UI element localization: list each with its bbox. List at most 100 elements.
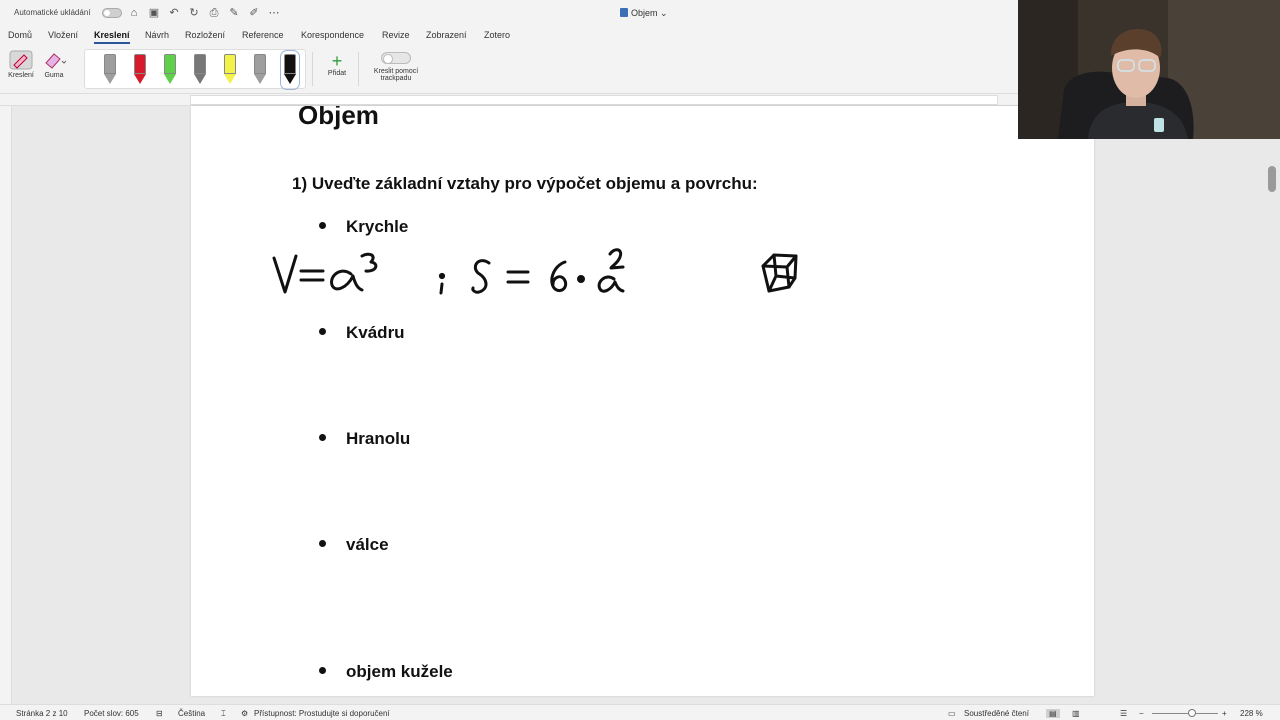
autosave-label: Automatické ukládání bbox=[14, 8, 91, 17]
bullet-item: objem kužele bbox=[319, 662, 453, 682]
pen-tip bbox=[104, 74, 116, 84]
redo-icon[interactable]: ↻ bbox=[188, 6, 200, 20]
tab-reference[interactable]: Reference bbox=[242, 30, 284, 40]
home-icon[interactable]: ⌂ bbox=[128, 6, 140, 20]
tab-domu[interactable]: Domů bbox=[8, 30, 32, 40]
ink-stroke bbox=[506, 270, 530, 284]
more-icon[interactable]: ⋯ bbox=[268, 6, 280, 20]
draw-label: Kreslení bbox=[8, 72, 34, 79]
ink-stroke bbox=[597, 275, 625, 293]
ink-stroke bbox=[608, 248, 625, 270]
undo-icon[interactable]: ↶ bbox=[168, 6, 180, 20]
focus-mode[interactable]: Soustředěné čtení bbox=[964, 709, 1029, 718]
tab-revize[interactable]: Revize bbox=[382, 30, 410, 40]
document-title[interactable]: Objem ⌄ bbox=[620, 8, 668, 19]
zoom-slider-thumb[interactable] bbox=[1188, 709, 1196, 717]
eraser-icon bbox=[45, 53, 66, 69]
ink-stroke bbox=[577, 275, 585, 283]
document-workspace: Objem 1) Uveďte základní vztahy pro výpo… bbox=[0, 106, 1280, 704]
bullet-text: válce bbox=[346, 535, 389, 554]
bullet-text: Hranolu bbox=[346, 429, 411, 448]
draw-pen-icon[interactable]: ✎ bbox=[228, 6, 240, 20]
ink-stroke bbox=[550, 260, 568, 293]
ink-stroke bbox=[439, 282, 444, 295]
tab-rozlozeni[interactable]: Rozložení bbox=[185, 30, 225, 40]
pen-red[interactable] bbox=[134, 54, 146, 86]
add-icon: + bbox=[331, 51, 343, 71]
eraser-button[interactable]: Guma bbox=[38, 50, 70, 79]
tab-zobrazeni[interactable]: Zobrazení bbox=[426, 30, 467, 40]
proofing-icon[interactable]: ⊟ bbox=[156, 709, 163, 718]
ink-stroke bbox=[272, 254, 298, 294]
ink-stroke bbox=[438, 272, 446, 280]
add-pen-button[interactable]: + Přidat bbox=[320, 52, 354, 77]
add-label: Přidat bbox=[327, 70, 347, 77]
vertical-scrollbar[interactable] bbox=[1268, 166, 1276, 192]
pen-body bbox=[134, 54, 146, 74]
accessibility-status[interactable]: Přístupnost: Prostudujte si doporučení bbox=[254, 709, 390, 718]
outline-icon[interactable]: ☰ bbox=[1120, 709, 1127, 718]
bullet-dot bbox=[319, 667, 326, 674]
tab-navrh[interactable]: Návrh bbox=[145, 30, 169, 40]
bullet-dot bbox=[319, 434, 326, 441]
pen-tip bbox=[134, 74, 146, 84]
pen-black[interactable] bbox=[280, 50, 300, 90]
eraser-label: Guma bbox=[44, 72, 64, 79]
pen-tip bbox=[224, 74, 236, 84]
pen-green[interactable] bbox=[164, 54, 176, 86]
text-predictions-icon[interactable]: ⌶ bbox=[221, 709, 226, 719]
trackpad-label-2: trackpadu bbox=[380, 75, 412, 82]
print-layout-icon[interactable]: ▤ bbox=[1046, 709, 1060, 718]
edit-icon[interactable]: ✐ bbox=[248, 6, 260, 20]
page-count[interactable]: Stránka 2 z 10 bbox=[16, 709, 68, 718]
pen-gallery bbox=[84, 49, 306, 90]
tab-korespondence[interactable]: Korespondence bbox=[301, 30, 364, 40]
draw-icon bbox=[9, 50, 33, 70]
pen-body bbox=[164, 54, 176, 74]
bullet-text: objem kužele bbox=[346, 662, 453, 681]
pen-tip bbox=[254, 74, 266, 84]
language[interactable]: Čeština bbox=[178, 709, 205, 718]
ribbon-separator bbox=[312, 52, 313, 86]
pen-tip bbox=[194, 74, 206, 84]
tab-vlozeni[interactable]: Vložení bbox=[48, 30, 78, 40]
ink-stroke bbox=[299, 269, 325, 282]
pen-tip bbox=[284, 74, 296, 84]
zoom-level[interactable]: 228 % bbox=[1240, 709, 1263, 718]
ruler-area bbox=[190, 95, 998, 105]
bullet-item: Hranolu bbox=[319, 429, 410, 449]
document-title-text: Objem ⌄ bbox=[631, 8, 668, 18]
focus-icon: ▭ bbox=[948, 709, 956, 718]
pen-body bbox=[224, 54, 236, 74]
status-bar: Stránka 2 z 10 Počet slov: 605 ⊟ Čeština… bbox=[0, 704, 1280, 720]
ink-stroke bbox=[330, 269, 364, 292]
word-count[interactable]: Počet slov: 605 bbox=[84, 709, 139, 718]
tab-zotero[interactable]: Zotero bbox=[484, 30, 510, 40]
word-doc-icon bbox=[620, 8, 628, 17]
web-layout-icon[interactable]: ▥ bbox=[1072, 709, 1080, 718]
handwritten-ink[interactable] bbox=[191, 106, 1094, 406]
pen-gray[interactable] bbox=[104, 54, 116, 86]
tab-kresleni[interactable]: Kreslení bbox=[94, 30, 130, 44]
print-icon[interactable]: ⎙ bbox=[208, 6, 220, 20]
document-page[interactable]: Objem 1) Uveďte základní vztahy pro výpo… bbox=[191, 106, 1094, 696]
pencil-gray[interactable] bbox=[194, 54, 206, 86]
accessibility-icon: ⚙ bbox=[241, 709, 249, 718]
autosave-toggle[interactable] bbox=[102, 8, 122, 18]
vertical-ruler[interactable] bbox=[0, 106, 12, 704]
trackpad-draw-toggle[interactable]: Kreslit pomocí trackpadu bbox=[366, 52, 426, 82]
pen-body bbox=[104, 54, 116, 74]
quick-access-toolbar: ⌂ ▣ ↶ ↻ ⎙ ✎ ✐ ⋯ bbox=[128, 6, 280, 20]
pen-tip bbox=[164, 74, 176, 84]
zoom-in-icon[interactable]: + bbox=[1222, 709, 1227, 718]
save-icon[interactable]: ▣ bbox=[148, 6, 160, 20]
pencil-silver[interactable] bbox=[254, 54, 266, 86]
bullet-dot bbox=[319, 540, 326, 547]
highlighter-yellow[interactable] bbox=[224, 54, 236, 86]
toggle-switch bbox=[381, 52, 411, 64]
draw-button[interactable]: Kreslení bbox=[6, 50, 36, 79]
zoom-out-icon[interactable]: − bbox=[1139, 709, 1144, 718]
pen-body bbox=[254, 54, 266, 74]
ink-stroke bbox=[360, 252, 378, 273]
zoom-slider[interactable] bbox=[1152, 713, 1218, 714]
